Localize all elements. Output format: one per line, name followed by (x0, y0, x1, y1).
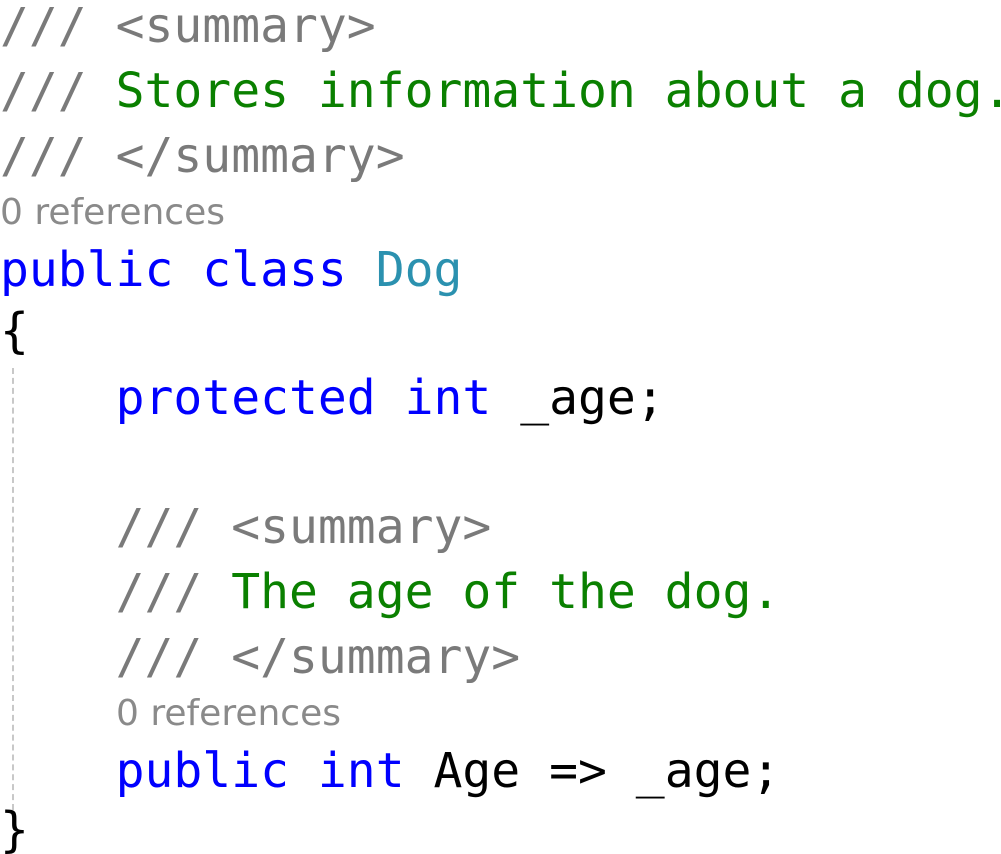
property-expression[interactable]: Age => _age; (434, 743, 781, 799)
keyword-int: int (404, 370, 492, 426)
close-brace: } (0, 802, 29, 854)
code-line-doc-summary-close: /// </summary> (0, 132, 405, 180)
doc-comment-text: The age of the dog. (231, 564, 781, 620)
code-line-doc-text-2: /// The age of the dog. (0, 568, 781, 616)
code-editor[interactable]: /// <summary> /// Stores information abo… (0, 0, 1001, 854)
keyword-int: int (317, 743, 405, 799)
code-line-property: public int Age => _age; (0, 747, 781, 795)
code-line-doc-text: /// Stores information about a dog. (0, 67, 1001, 115)
open-brace: { (0, 303, 29, 359)
doc-comment-delimiter: /// (0, 63, 87, 119)
doc-comment-delimiter: /// (115, 564, 203, 620)
keyword-public: public (0, 242, 174, 298)
code-line-doc-summary-open: /// <summary> (0, 2, 376, 50)
doc-comment-delimiter: /// (115, 499, 203, 555)
keyword-class: class (202, 242, 347, 298)
keyword-public: public (115, 743, 289, 799)
class-name[interactable]: Dog (376, 242, 463, 298)
code-line-field: protected int _age; (0, 374, 665, 422)
doc-comment-text: Stores information about a dog. (115, 63, 1001, 119)
doc-comment-delimiter: /// (115, 629, 203, 685)
code-line-doc-summary-close-2: /// </summary> (0, 633, 521, 681)
doc-tag-summary-open: <summary> (115, 0, 376, 54)
code-line-doc-summary-open-2: /// <summary> (0, 503, 492, 551)
codelens-references-class[interactable]: 0 references (0, 195, 225, 231)
doc-tag-summary-close: </summary> (115, 128, 405, 184)
codelens-references-property[interactable]: 0 references (116, 696, 341, 732)
doc-tag-summary-open: <summary> (231, 499, 492, 555)
code-line-class-declaration: public class Dog (0, 246, 462, 294)
code-line-open-brace: { (0, 307, 29, 355)
doc-tag-summary-close: </summary> (231, 629, 521, 685)
field-identifier[interactable]: _age; (520, 370, 665, 426)
code-line-close-brace: } (0, 806, 29, 854)
doc-comment-delimiter: /// (0, 128, 87, 184)
keyword-protected: protected (115, 370, 376, 426)
doc-comment-delimiter: /// (0, 0, 87, 54)
